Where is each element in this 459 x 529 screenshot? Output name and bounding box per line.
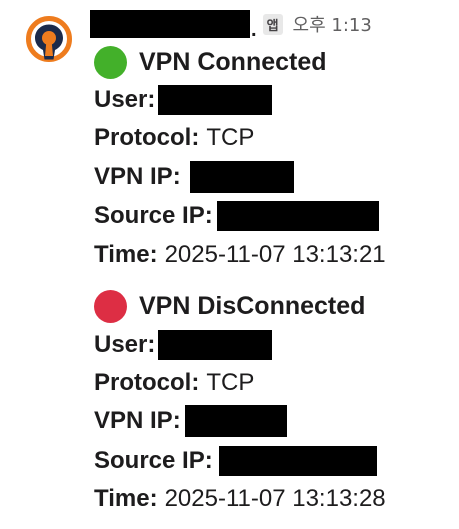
avatar[interactable]	[26, 16, 72, 62]
sender-name-redacted[interactable]	[90, 10, 250, 38]
red-circle-icon	[94, 289, 127, 323]
field-time: Time: 2025-11-07 13:13:21	[94, 238, 386, 272]
event-status-connected: VPN Connected	[94, 44, 327, 80]
field-vpn-ip: VPN IP:	[94, 404, 287, 438]
time-value: 2025-11-07 13:13:21	[164, 241, 386, 268]
sender-name-suffix: .	[251, 19, 257, 41]
user-value-redacted	[158, 85, 273, 115]
event-title: VPN Connected	[139, 47, 327, 76]
protocol-label: Protocol:	[94, 124, 200, 151]
message-header: . 앱 오후 1:13	[90, 6, 372, 42]
protocol-value: TCP	[206, 124, 255, 151]
field-source-ip: Source IP:	[94, 444, 377, 478]
time-label: Time:	[94, 485, 158, 512]
event-title: VPN DisConnected	[139, 291, 366, 320]
user-label: User:	[94, 86, 156, 113]
field-protocol: Protocol: TCP	[94, 121, 254, 155]
vpn-ip-value-redacted	[184, 405, 287, 437]
vpn-ip-label: VPN IP:	[94, 407, 181, 434]
time-value: 2025-11-07 13:13:28	[164, 485, 386, 512]
source-ip-label: Source IP:	[94, 447, 213, 474]
field-protocol: Protocol: TCP	[94, 366, 254, 400]
time-label: Time:	[94, 241, 158, 268]
openvpn-logo-icon	[26, 16, 72, 62]
protocol-label: Protocol:	[94, 369, 200, 396]
source-ip-value-redacted	[216, 201, 379, 231]
app-badge: 앱	[262, 13, 283, 35]
event-status-disconnected: VPN DisConnected	[94, 288, 365, 324]
green-circle-icon	[94, 45, 127, 79]
field-time: Time: 2025-11-07 13:13:28	[94, 482, 386, 516]
field-user: User:	[94, 328, 273, 362]
field-user: User:	[94, 83, 273, 117]
vpn-ip-value-redacted	[189, 161, 294, 193]
source-ip-label: Source IP:	[94, 202, 213, 229]
user-label: User:	[94, 331, 156, 358]
protocol-value: TCP	[206, 369, 255, 396]
user-value-redacted	[158, 330, 273, 360]
field-vpn-ip: VPN IP:	[94, 160, 294, 194]
vpn-ip-label: VPN IP:	[94, 163, 181, 190]
source-ip-value-redacted	[218, 446, 377, 476]
field-source-ip: Source IP:	[94, 199, 379, 233]
message-timestamp[interactable]: 오후 1:13	[293, 11, 372, 37]
